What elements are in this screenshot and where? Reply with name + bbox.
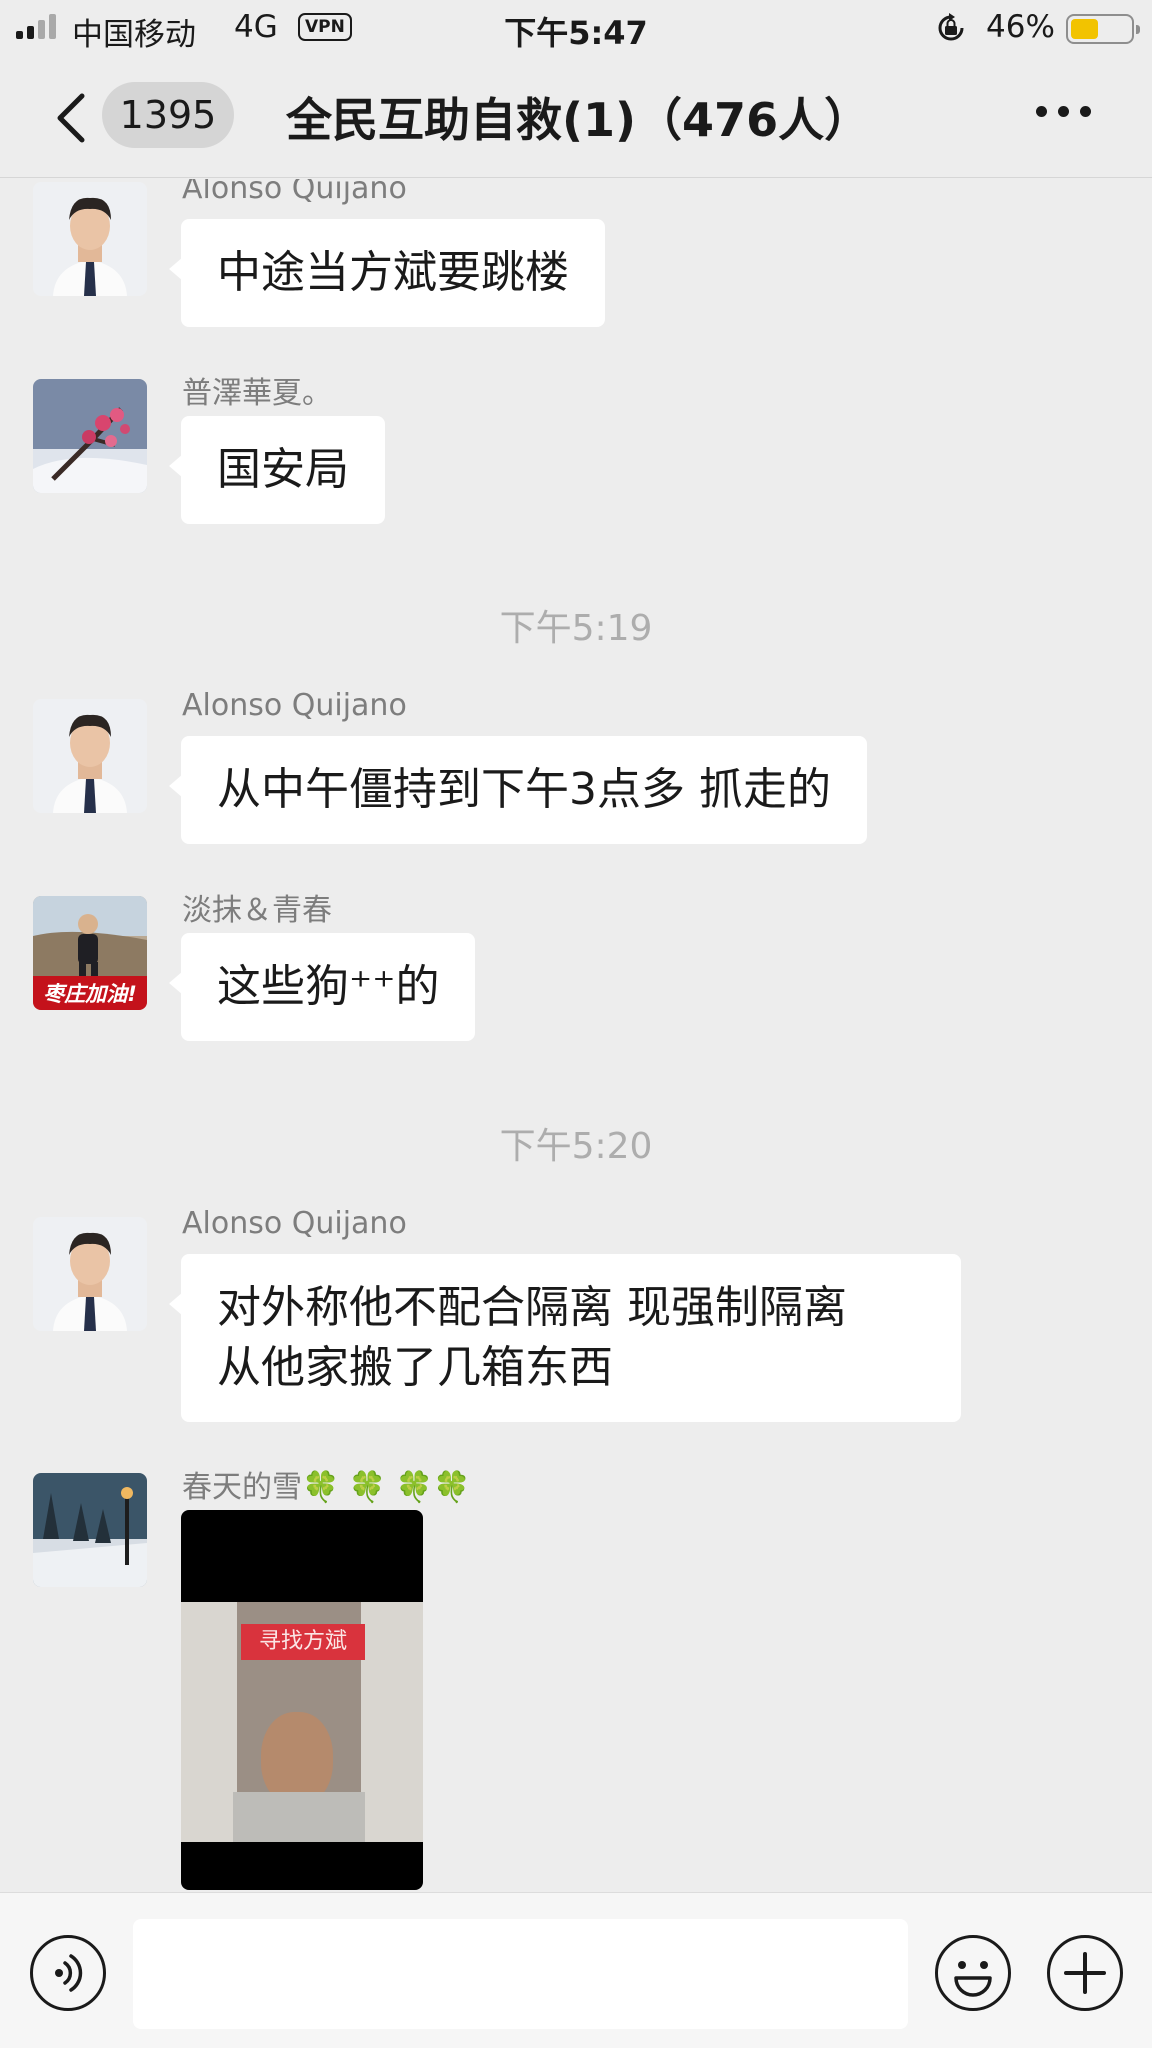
status-bar: 中国移动 4G VPN 下午5:47 46% <box>0 0 1152 58</box>
video-caption: 寻找方斌 <box>241 1624 365 1660</box>
avatar[interactable] <box>33 379 147 493</box>
voice-icon[interactable] <box>30 1935 106 2011</box>
message-input[interactable] <box>133 1919 908 2029</box>
message-bubble[interactable]: 国安局 <box>169 416 385 524</box>
battery-level <box>1071 19 1098 39</box>
avatar-caption: 枣庄加油! <box>43 982 137 1006</box>
back-icon[interactable] <box>48 88 98 148</box>
video-message[interactable]: 寻找方斌 <box>181 1510 423 1890</box>
sender-name: Alonso Quijano <box>182 1206 407 1241</box>
avatar[interactable] <box>33 1473 147 1587</box>
video-thumbnail: 寻找方斌 <box>181 1602 423 1842</box>
status-time: 下午5:47 <box>504 14 648 52</box>
sender-name: 春天的雪🍀 🍀 🍀🍀 <box>182 1470 471 1505</box>
battery-icon <box>1066 14 1140 44</box>
message-line: 对外称他不配合隔离 现强制隔离 <box>217 1282 847 1333</box>
message-bubble[interactable]: 对外称他不配合隔离 现强制隔离 从他家搬了几箱东西 <box>169 1254 961 1422</box>
message-line: 从他家搬了几箱东西 <box>217 1342 613 1393</box>
orientation-lock-icon <box>938 13 964 41</box>
avatar[interactable] <box>33 182 147 296</box>
more-icon[interactable] <box>1036 106 1091 117</box>
unread-count-badge[interactable]: 1395 <box>102 82 234 148</box>
plus-icon[interactable] <box>1047 1935 1123 2011</box>
avatar[interactable]: 枣庄加油! <box>33 896 147 1010</box>
message-bubble[interactable]: 中途当方斌要跳楼 <box>169 219 605 327</box>
chat-title: 全民互助自救(1)（476人） <box>286 93 871 147</box>
sender-name: Alonso Quijano <box>182 688 407 723</box>
emoji-icon[interactable] <box>935 1935 1011 2011</box>
avatar[interactable] <box>33 699 147 813</box>
sender-name: 普澤華夏。 <box>182 376 332 411</box>
avatar[interactable] <box>33 1217 147 1331</box>
input-toolbar <box>0 1892 1152 2048</box>
timestamp-divider: 下午5:20 <box>499 1126 653 1167</box>
message-list[interactable]: Alonso Quijano 中途当方斌要跳楼 普澤華夏。 国安局 下午5:19 <box>0 179 1152 1891</box>
timestamp-divider: 下午5:19 <box>499 608 653 649</box>
message-bubble[interactable]: 这些狗⁺⁺的 <box>168 933 476 1041</box>
battery-percent: 46% <box>986 9 1055 45</box>
chat-header: 1395 全民互助自救(1)（476人） <box>0 58 1152 178</box>
message-bubble[interactable]: 从中午僵持到下午3点多 抓走的 <box>169 736 867 844</box>
sender-name: Alonso Quijano <box>182 179 407 206</box>
sender-name: 淡抹＆青春 <box>182 893 332 928</box>
